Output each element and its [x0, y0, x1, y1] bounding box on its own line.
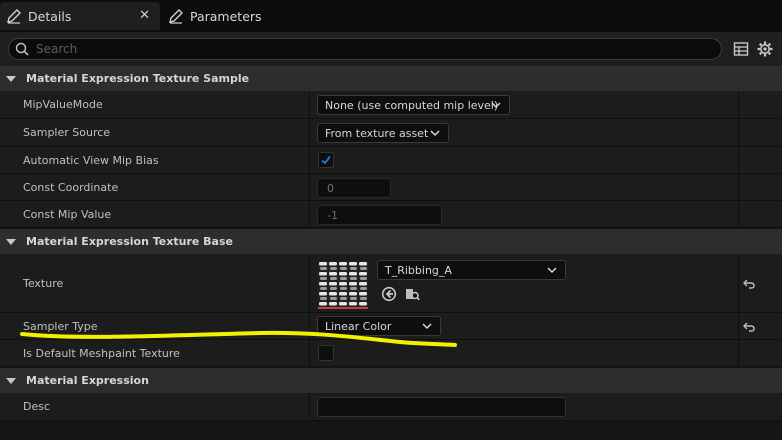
property-label: Desc: [23, 400, 51, 413]
property-row-sampler-type: Sampler Type Linear Color: [0, 313, 782, 340]
dropdown-value: None (use computed mip level): [325, 98, 499, 112]
tab-details[interactable]: Details ✕: [0, 2, 160, 30]
property-label: Is Default Meshpaint Texture: [23, 346, 180, 360]
property-label: Const Coordinate: [23, 180, 119, 194]
desc-text-field[interactable]: [317, 397, 566, 417]
section-material-expression[interactable]: Material Expression: [0, 368, 782, 393]
pencil-icon: [169, 9, 183, 24]
collapse-arrow-icon[interactable]: [6, 377, 16, 384]
chevron-down-icon: [491, 102, 501, 109]
tab-parameters[interactable]: Parameters: [162, 2, 272, 30]
browse-asset-icon[interactable]: [404, 286, 420, 302]
reset-to-default-icon[interactable]: [742, 277, 756, 291]
property-row-const-coordinate: Const Coordinate 0: [0, 174, 782, 201]
property-label: Automatic View Mip Bias: [23, 153, 159, 167]
property-label: Texture: [23, 276, 64, 290]
mip-value-mode-dropdown[interactable]: None (use computed mip level): [317, 95, 510, 115]
texture-asset-picker[interactable]: T_Ribbing_A: [377, 260, 566, 280]
property-row-is-default-meshpaint: Is Default Meshpaint Texture: [0, 340, 782, 367]
sampler-type-dropdown[interactable]: Linear Color: [317, 316, 441, 336]
chevron-down-icon: [430, 130, 440, 137]
section-title: Material Expression Texture Base: [26, 235, 233, 248]
tab-bar: Details ✕ Parameters: [0, 0, 782, 32]
collapse-arrow-icon[interactable]: [6, 75, 16, 82]
reset-to-default-icon[interactable]: [742, 320, 756, 334]
property-row-sampler-source: Sampler Source From texture asset: [0, 119, 782, 147]
search-icon: [15, 42, 29, 56]
search-input[interactable]: [36, 41, 706, 57]
details-toolbar: [0, 32, 782, 66]
dropdown-value: Linear Color: [325, 319, 392, 333]
gear-icon[interactable]: [757, 41, 773, 57]
property-row-desc: Desc: [0, 393, 782, 421]
pencil-icon: [7, 9, 21, 24]
property-label: Sampler Type: [23, 319, 98, 333]
property-row-texture: Texture T_Ribbing_A: [0, 254, 782, 313]
search-box[interactable]: [8, 38, 722, 60]
property-row-const-mip-value: Const Mip Value -1: [0, 201, 782, 228]
texture-thumbnail[interactable]: [318, 261, 368, 309]
property-label: MipValueMode: [23, 98, 103, 111]
sampler-source-dropdown[interactable]: From texture asset: [317, 123, 449, 143]
collapse-arrow-icon[interactable]: [6, 238, 16, 245]
section-texture-sample[interactable]: Material Expression Texture Sample: [0, 66, 782, 91]
property-row-auto-view-mip-bias: Automatic View Mip Bias: [0, 147, 782, 174]
section-title: Material Expression Texture Sample: [26, 72, 250, 85]
section-texture-base[interactable]: Material Expression Texture Base: [0, 229, 782, 254]
property-row-mip-value-mode: MipValueMode None (use computed mip leve…: [0, 91, 782, 119]
is-default-meshpaint-checkbox[interactable]: [318, 345, 334, 361]
checkmark-icon: [321, 155, 331, 165]
property-label: Const Mip Value: [23, 207, 112, 221]
auto-view-mip-bias-checkbox[interactable]: [318, 152, 334, 168]
chevron-down-icon: [422, 323, 432, 330]
section-title: Material Expression: [26, 374, 149, 387]
dropdown-value: From texture asset: [325, 126, 429, 140]
texture-asset-name: T_Ribbing_A: [385, 263, 452, 277]
property-label: Sampler Source: [23, 126, 111, 139]
use-selected-asset-icon[interactable]: [381, 286, 397, 302]
close-icon[interactable]: ✕: [139, 8, 150, 24]
tab-parameters-label: Parameters: [190, 8, 262, 24]
tab-details-label: Details: [28, 8, 72, 24]
const-coordinate-field[interactable]: 0: [317, 178, 391, 198]
table-view-icon[interactable]: [733, 41, 749, 57]
chevron-down-icon: [547, 267, 557, 274]
const-mip-value-field[interactable]: -1: [317, 205, 442, 225]
